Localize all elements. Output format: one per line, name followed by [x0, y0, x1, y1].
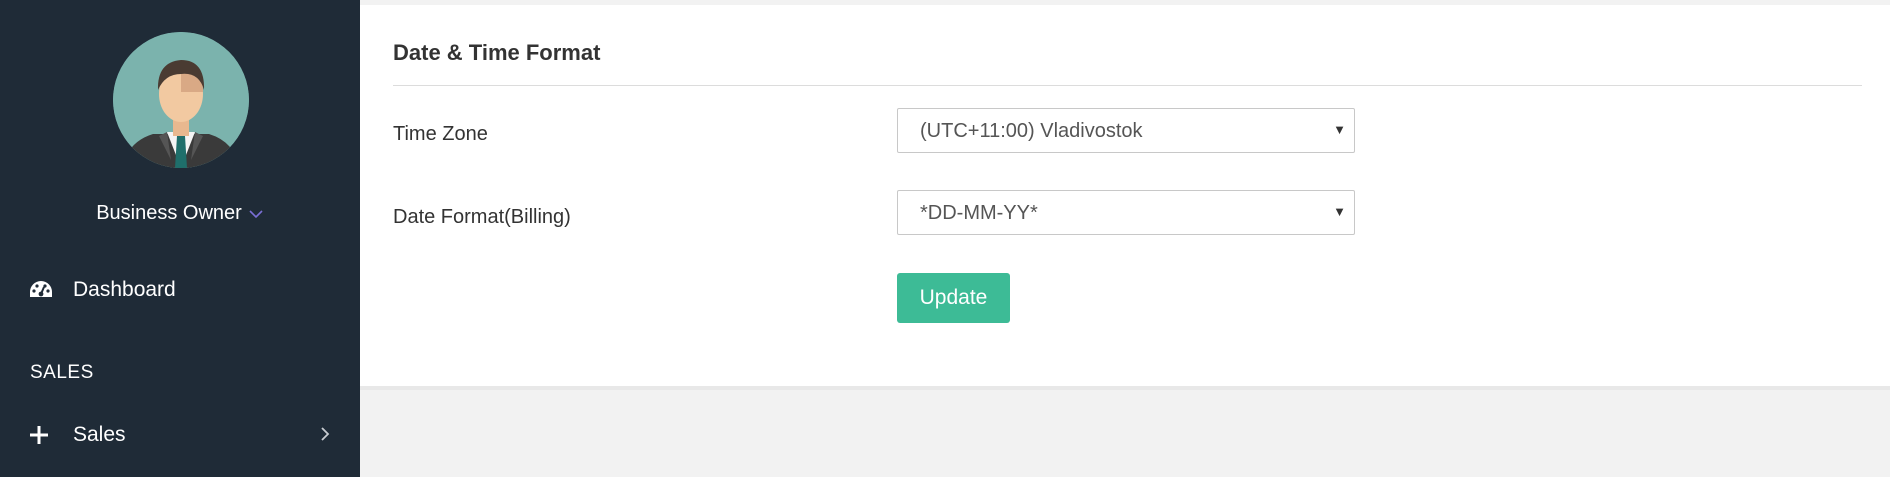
chevron-right-icon: [320, 422, 330, 448]
date-format-value: *DD-MM-YY*: [920, 202, 1038, 224]
settings-panel: Date & Time Format Time Zone (UTC+11:00)…: [360, 5, 1890, 390]
user-menu[interactable]: Business Owner: [0, 202, 360, 225]
chevron-down-icon: [248, 202, 264, 225]
sidebar-item-label: Sales: [73, 423, 126, 446]
dashboard-icon: [28, 279, 54, 301]
time-zone-label: Time Zone: [393, 123, 488, 145]
user-name: Business Owner: [96, 202, 242, 224]
dropdown-arrow-icon: ▼: [1333, 122, 1346, 137]
time-zone-select[interactable]: (UTC+11:00) Vladivostok ▼: [897, 108, 1355, 153]
plus-icon: [28, 424, 50, 446]
divider: [393, 85, 1862, 86]
avatar[interactable]: [113, 32, 249, 168]
dropdown-arrow-icon: ▼: [1333, 204, 1346, 219]
sidebar-item-label: Dashboard: [73, 278, 176, 301]
sidebar: Business Owner Dashboard SALES Sales: [0, 0, 360, 477]
date-format-select[interactable]: *DD-MM-YY* ▼: [897, 190, 1355, 235]
update-button[interactable]: Update: [897, 273, 1010, 323]
sidebar-item-dashboard[interactable]: Dashboard: [0, 268, 360, 312]
businessman-avatar-icon: [113, 32, 249, 168]
panel-title: Date & Time Format: [393, 40, 601, 65]
sidebar-item-sales[interactable]: Sales: [0, 413, 360, 457]
time-zone-value: (UTC+11:00) Vladivostok: [920, 120, 1143, 142]
section-label-sales: SALES: [30, 362, 94, 383]
date-format-label: Date Format(Billing): [393, 206, 571, 228]
